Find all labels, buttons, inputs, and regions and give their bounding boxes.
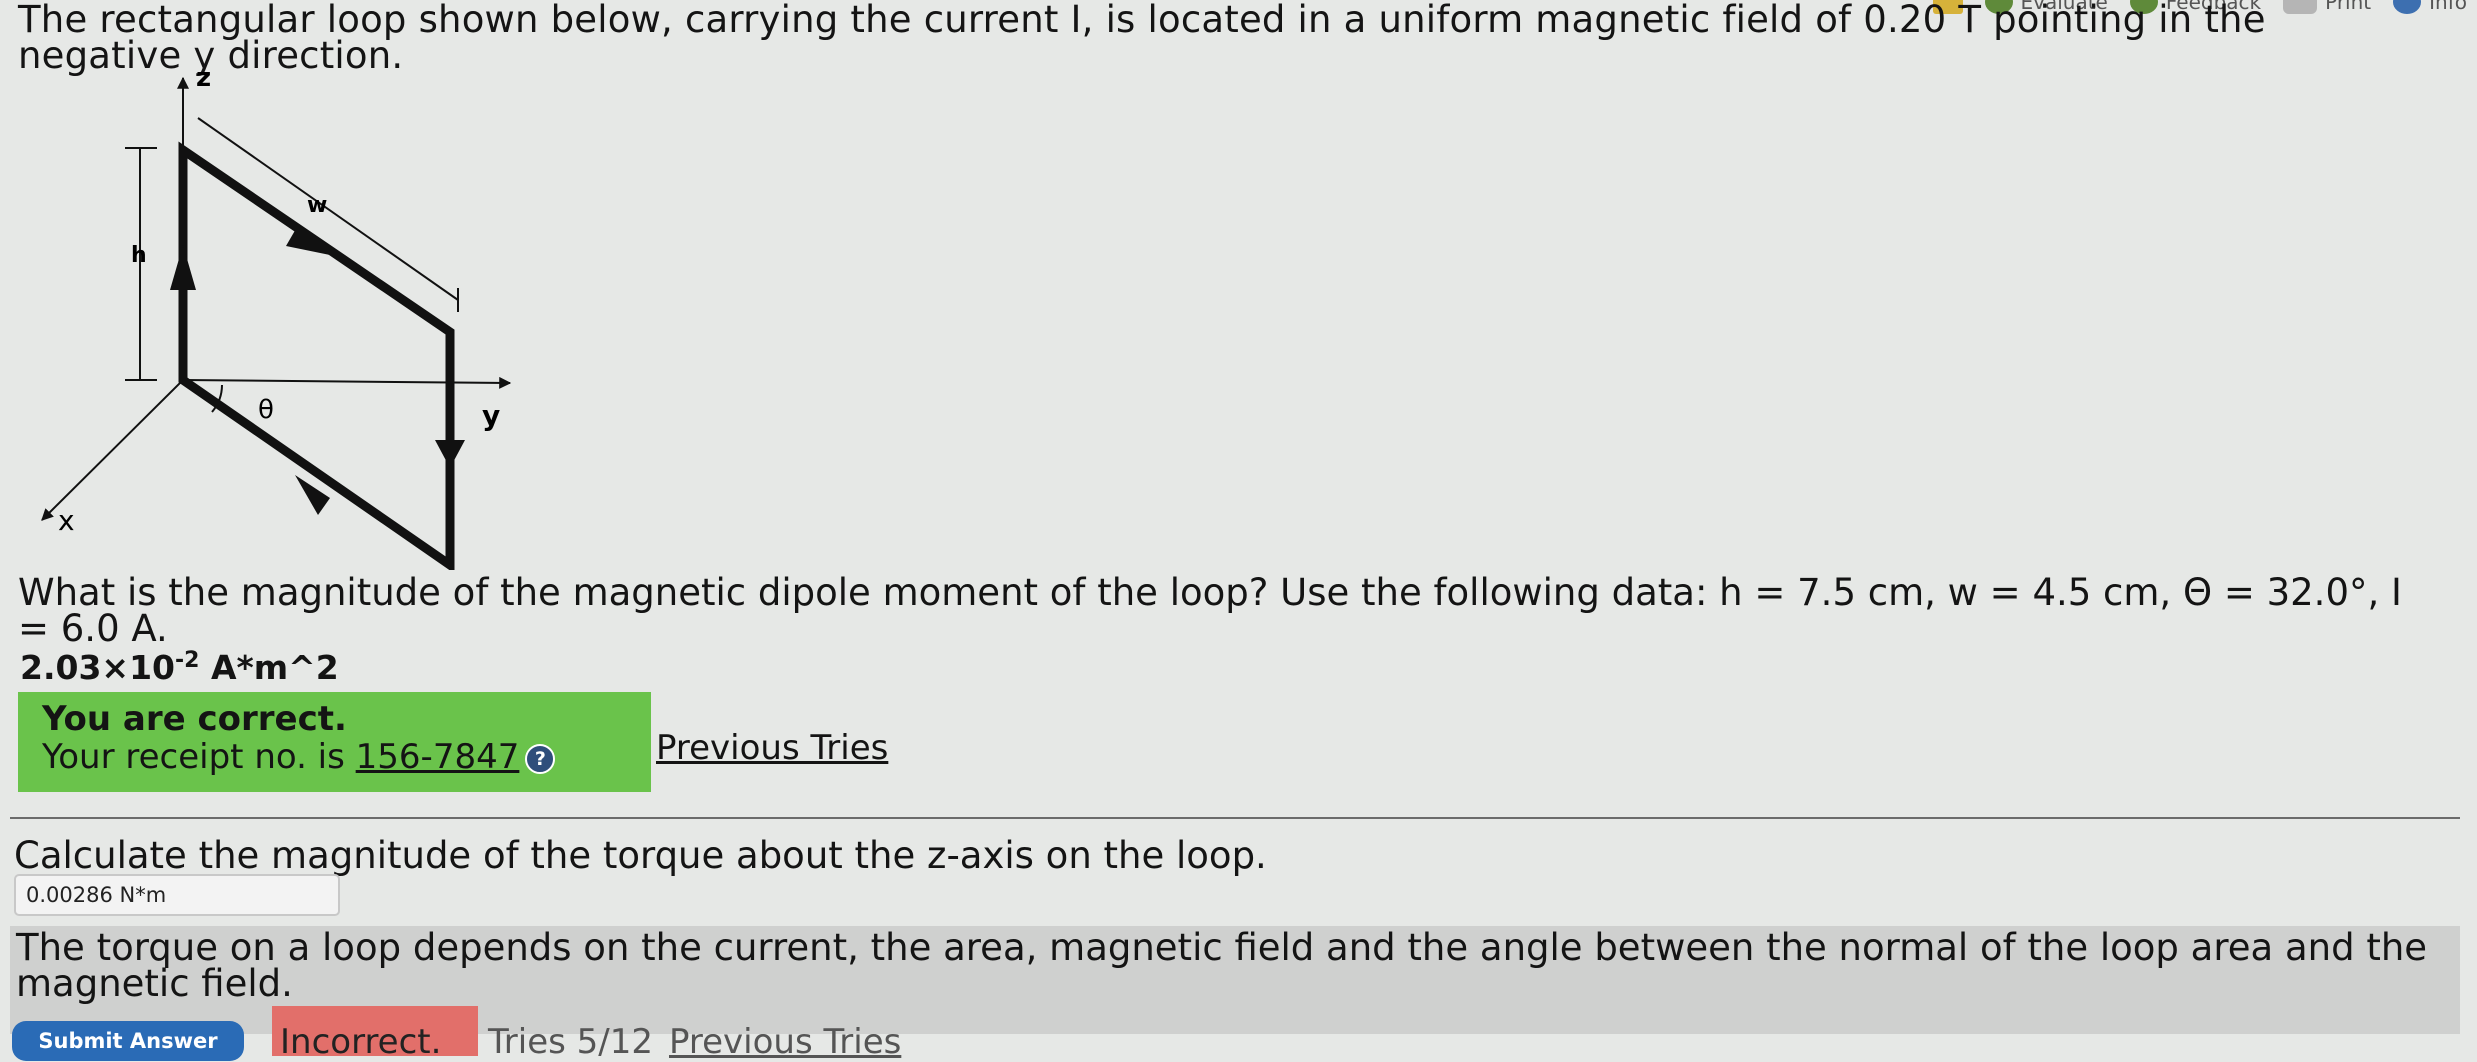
z-label: z [196, 63, 211, 93]
part2-previous-tries-link[interactable]: Previous Tries [669, 1022, 901, 1062]
y-axis [183, 380, 510, 383]
w-dimension-line [198, 118, 458, 300]
help-icon[interactable]: ? [525, 744, 555, 774]
loop-diagram: z y x h w θ [0, 50, 560, 570]
tries-count: Tries 5/12 [488, 1022, 653, 1062]
torque-answer-input[interactable] [14, 874, 340, 916]
correct-status-title: You are correct. [42, 700, 651, 738]
current-arrow-up [170, 245, 196, 290]
part1-question: What is the magnitude of the magnetic di… [18, 575, 2438, 647]
answer-exponent: -2 [175, 648, 199, 673]
x-label: x [58, 504, 75, 537]
correct-status-box: You are correct. Your receipt no. is 156… [18, 692, 651, 792]
receipt-prefix: Your receipt no. is [42, 737, 356, 777]
receipt-number-link[interactable]: 156-7847 [356, 737, 520, 777]
y-label: y [482, 399, 500, 432]
theta-label: θ [258, 395, 274, 425]
part1-previous-tries-link[interactable]: Previous Tries [656, 728, 888, 768]
section-divider [10, 817, 2460, 819]
answer-mantissa: 2.03×10 [20, 648, 175, 687]
submit-answer-button[interactable]: Submit Answer [12, 1021, 244, 1061]
current-arrow-down [435, 440, 465, 468]
incorrect-status-badge: Incorrect. [272, 1006, 478, 1056]
part1-answer: 2.03×10-2 A*m^2 [20, 648, 339, 687]
w-label: w [307, 193, 327, 218]
hint-text: The torque on a loop depends on the curr… [16, 926, 2427, 1005]
x-axis [42, 380, 183, 520]
part2-question: Calculate the magnitude of the torque ab… [14, 838, 1267, 874]
h-label: h [131, 243, 147, 268]
receipt-line: Your receipt no. is 156-7847? [42, 738, 651, 776]
answer-unit: A*m^2 [199, 648, 338, 687]
tries-info: Tries 5/12 Previous Tries [488, 1022, 901, 1062]
